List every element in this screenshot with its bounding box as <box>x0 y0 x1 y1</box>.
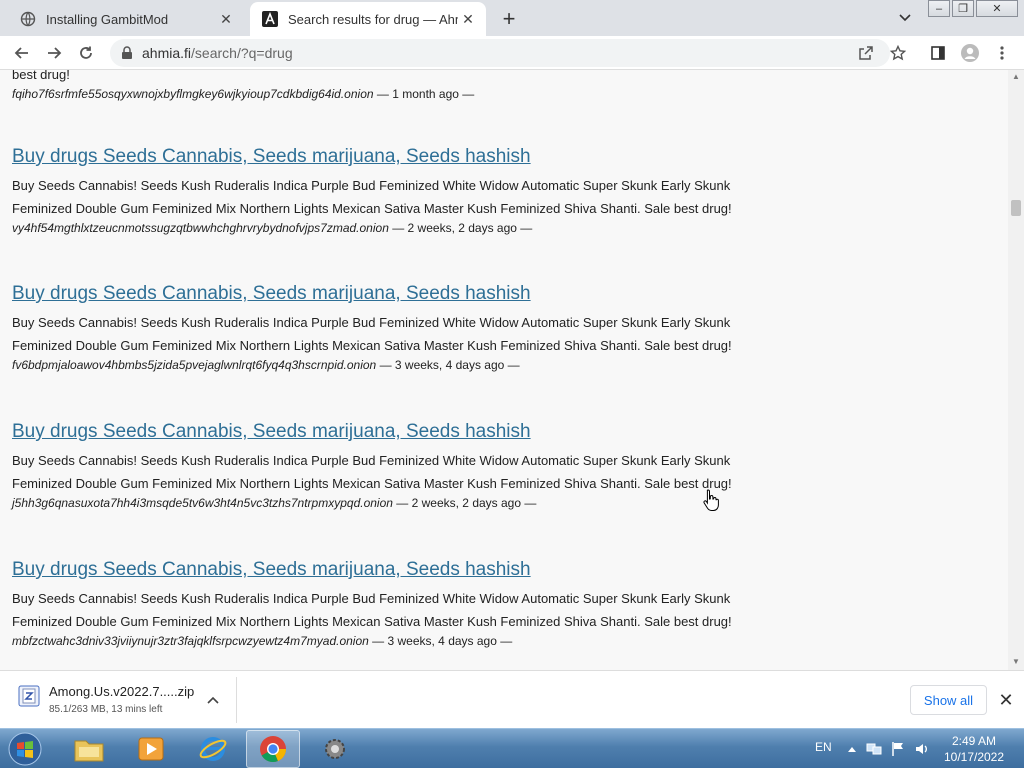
clock-time: 2:49 AM <box>951 734 997 748</box>
windows-taskbar: EN 2:49 AM 10/17/2022 <box>0 728 1024 768</box>
show-hidden-icons-icon[interactable] <box>844 741 860 757</box>
search-result: Skunk Feminized Double Gum Feminized Mix… <box>12 70 732 102</box>
maximize-button[interactable]: ❐ <box>952 0 974 17</box>
search-result: Buy drugs Seeds Cannabis, Seeds marijuan… <box>12 282 732 373</box>
downloads-bar: Among.Us.v2022.7.....zip 85.1/263 MB, 13… <box>0 670 1024 728</box>
result-age: — 2 weeks, 2 days ago — <box>396 496 537 510</box>
result-description: Buy Seeds Cannabis! Seeds Kush Ruderalis… <box>12 591 732 629</box>
browser-toolbar: ahmia.fi/search/?q=drug <box>0 36 1024 70</box>
bookmark-star-icon[interactable] <box>886 41 910 65</box>
result-onion-url[interactable]: mbfzctwahc3dniv33jviiynujr3ztr3fajqklfsr… <box>12 634 369 648</box>
result-description: Buy Seeds Cannabis! Seeds Kush Ruderalis… <box>12 453 732 491</box>
result-title-link[interactable]: Buy drugs Seeds Cannabis, Seeds marijuan… <box>12 420 732 444</box>
result-onion-url[interactable]: fv6bdpmjaloawov4hbmbs5jzida5pvejaglwnlrq… <box>12 358 376 372</box>
result-age: — 2 weeks, 2 days ago — <box>392 221 533 235</box>
forward-arrow-icon[interactable] <box>42 41 66 65</box>
result-meta: vy4hf54mgthlxtzeucnmotssugzqtbwwhchghrvr… <box>12 220 732 236</box>
url-path: /search/?q=drug <box>191 45 293 61</box>
result-meta: fv6bdpmjaloawov4hbmbs5jzida5pvejaglwnlrq… <box>12 357 732 373</box>
close-downloads-bar-icon[interactable]: ✕ <box>996 690 1016 710</box>
chevron-up-icon[interactable] <box>203 690 223 710</box>
file-explorer-icon[interactable] <box>62 730 116 768</box>
network-icon[interactable] <box>866 741 882 757</box>
zip-file-icon <box>18 685 40 707</box>
tab-installing-gambitmod[interactable]: Installing GambitMod ✕ <box>8 2 244 36</box>
result-title-link[interactable]: Buy drugs Seeds Cannabis, Seeds marijuan… <box>12 558 732 582</box>
scroll-up-arrow-icon[interactable]: ▲ <box>1011 72 1021 82</box>
share-icon[interactable] <box>854 41 878 65</box>
result-meta: j5hh3g6qnasuxota7hh4i3msqde5tv6w3ht4n5vc… <box>12 495 732 511</box>
hand-cursor-icon <box>702 488 720 512</box>
download-progress-status: 85.1/263 MB, 13 mins left <box>49 704 163 715</box>
clock-date: 10/17/2022 <box>943 750 1005 764</box>
gear-app-icon[interactable] <box>308 730 362 768</box>
url-host: ahmia.fi <box>142 45 192 61</box>
result-description: Skunk Feminized Double Gum Feminized Mix… <box>12 70 70 82</box>
scrollbar-thumb[interactable] <box>1011 200 1021 216</box>
tab-close-icon[interactable]: ✕ <box>458 9 478 29</box>
result-onion-url[interactable]: j5hh3g6qnasuxota7hh4i3msqde5tv6w3ht4n5vc… <box>12 496 393 510</box>
tab-close-icon[interactable]: ✕ <box>216 9 236 29</box>
search-result: Buy drugs Seeds Cannabis, Seeds marijuan… <box>12 558 732 649</box>
start-button[interactable] <box>6 731 44 767</box>
new-tab-button[interactable]: + <box>496 6 522 32</box>
search-result: Buy drugs Seeds Cannabis, Seeds marijuan… <box>12 420 732 511</box>
result-title-link[interactable]: Buy drugs Seeds Cannabis, Seeds marijuan… <box>12 282 732 306</box>
tab-strip: Installing GambitMod ✕ Search results fo… <box>0 0 1024 36</box>
tab-title: Search results for drug — Ahmia <box>288 11 458 27</box>
search-results-page: Skunk Feminized Double Gum Feminized Mix… <box>0 70 1008 670</box>
search-result: Buy drugs Seeds Cannabis, Seeds marijuan… <box>12 145 732 236</box>
tab-search-chevron-icon[interactable] <box>893 8 917 28</box>
page-scrollbar[interactable]: ▲ ▼ <box>1008 70 1024 670</box>
divider <box>236 677 237 723</box>
media-player-icon[interactable] <box>124 730 178 768</box>
globe-icon <box>20 11 36 27</box>
result-onion-url[interactable]: vy4hf54mgthlxtzeucnmotssugzqtbwwhchghrvr… <box>12 221 389 235</box>
download-file-name[interactable]: Among.Us.v2022.7.....zip <box>49 684 194 699</box>
address-bar[interactable]: ahmia.fi/search/?q=drug <box>110 39 890 67</box>
result-description: Buy Seeds Cannabis! Seeds Kush Ruderalis… <box>12 315 732 353</box>
result-meta: mbfzctwahc3dniv33jviiynujr3ztr3fajqklfsr… <box>12 633 732 649</box>
chrome-icon[interactable] <box>246 730 300 768</box>
result-age: — 3 weeks, 4 days ago — <box>379 358 520 372</box>
tab-title: Installing GambitMod <box>46 11 169 27</box>
result-title-link[interactable]: Buy drugs Seeds Cannabis, Seeds marijuan… <box>12 145 732 169</box>
close-window-button[interactable]: ✕ <box>976 0 1018 17</box>
show-all-downloads-button[interactable]: Show all <box>910 685 987 715</box>
ahmia-logo-icon <box>262 11 278 27</box>
tab-ahmia-search[interactable]: Search results for drug — Ahmia ✕ <box>250 2 486 36</box>
system-clock[interactable]: 2:49 AM 10/17/2022 <box>940 733 1008 765</box>
result-age: — 1 month ago — <box>376 87 475 101</box>
more-menu-icon[interactable] <box>990 41 1014 65</box>
result-description: Buy Seeds Cannabis! Seeds Kush Ruderalis… <box>12 178 732 216</box>
url-text: ahmia.fi/search/?q=drug <box>142 45 293 61</box>
language-indicator[interactable]: EN <box>815 740 832 754</box>
internet-explorer-icon[interactable] <box>186 730 240 768</box>
result-onion-url[interactable]: fqiho7f6srfmfe55osqyxwnojxbyflmgkey6wjky… <box>12 87 374 101</box>
lock-icon[interactable] <box>120 46 134 60</box>
result-meta: fqiho7f6srfmfe55osqyxwnojxbyflmgkey6wjky… <box>12 86 732 102</box>
reload-icon[interactable] <box>74 41 98 65</box>
profile-avatar-icon[interactable] <box>958 41 982 65</box>
action-center-flag-icon[interactable] <box>890 741 906 757</box>
side-panel-icon[interactable] <box>926 41 950 65</box>
volume-icon[interactable] <box>914 741 930 757</box>
back-arrow-icon[interactable] <box>10 41 34 65</box>
minimize-button[interactable]: – <box>928 0 950 17</box>
result-age: — 3 weeks, 4 days ago — <box>372 634 513 648</box>
scroll-down-arrow-icon[interactable]: ▼ <box>1011 657 1021 667</box>
